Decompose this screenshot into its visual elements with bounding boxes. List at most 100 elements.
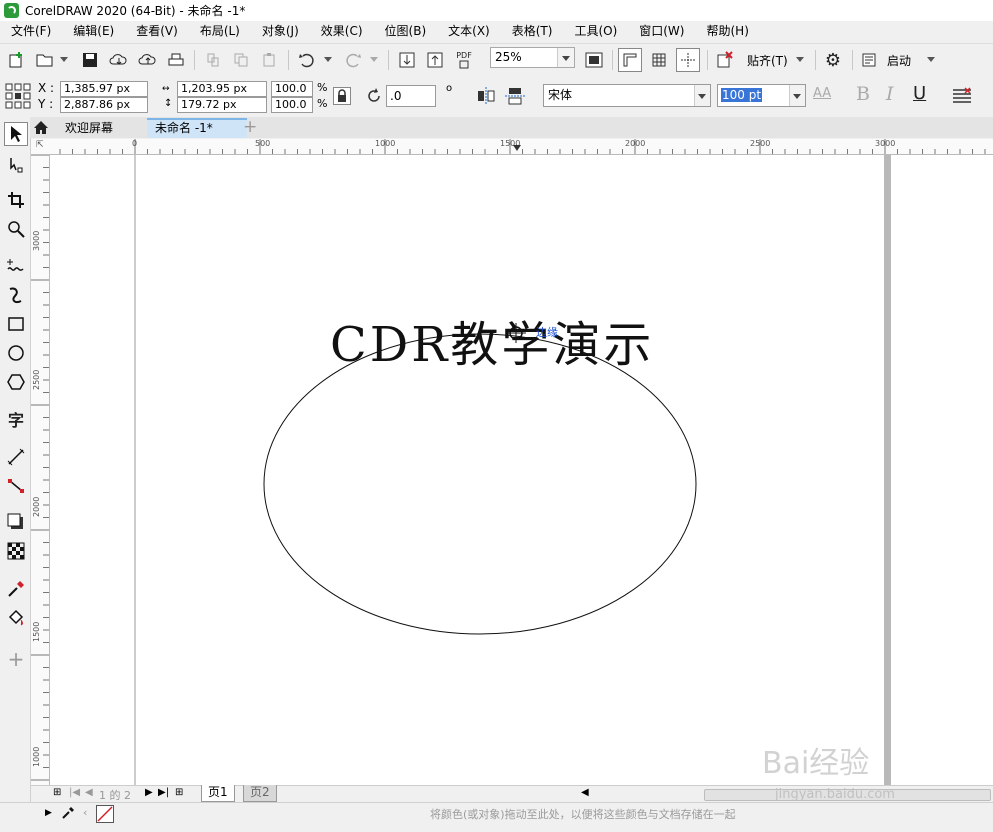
- freehand-tool-icon[interactable]: [4, 254, 28, 278]
- menu-layout[interactable]: 布局(L): [189, 21, 251, 42]
- scale-height-field[interactable]: 100.0: [271, 97, 313, 113]
- transparency-tool-icon[interactable]: [4, 539, 28, 563]
- zoom-level-select[interactable]: 25%: [490, 47, 575, 68]
- zoom-tool-icon[interactable]: [4, 217, 28, 241]
- lock-ratio-icon[interactable]: [333, 87, 351, 105]
- text-properties-icon[interactable]: AA: [813, 86, 831, 101]
- tab-welcome-screen[interactable]: 欢迎屏幕: [57, 118, 122, 138]
- launch-dropdown-icon[interactable]: [927, 57, 935, 62]
- menu-edit[interactable]: 编辑(E): [62, 21, 125, 42]
- crop-tool-icon[interactable]: [4, 188, 28, 212]
- font-family-select[interactable]: 宋体: [543, 84, 711, 107]
- vertical-ruler[interactable]: 3000 2500 2000 1500 1000: [31, 155, 50, 785]
- drawing-canvas[interactable]: CDR教学演示 边缘: [50, 155, 993, 785]
- horizontal-ruler[interactable]: 0 500 1000 1500 2000 2500 3000: [50, 139, 993, 155]
- menu-table[interactable]: 表格(T): [501, 21, 564, 42]
- rotation-angle-field[interactable]: .0: [386, 85, 436, 107]
- pick-tool-icon[interactable]: [4, 122, 28, 146]
- menu-effects[interactable]: 效果(C): [310, 21, 374, 42]
- menu-view[interactable]: 查看(V): [125, 21, 189, 42]
- menu-text[interactable]: 文本(X): [437, 21, 501, 42]
- previous-page-icon[interactable]: ◀: [85, 787, 93, 798]
- ellipse-shape[interactable]: [263, 333, 697, 635]
- redo-icon[interactable]: [342, 49, 364, 71]
- menu-help[interactable]: 帮助(H): [695, 21, 759, 42]
- artistic-text[interactable]: CDR教学演示: [330, 305, 654, 375]
- export-icon[interactable]: [424, 49, 446, 71]
- cloud-import-icon[interactable]: [108, 49, 130, 71]
- menu-window[interactable]: 窗口(W): [628, 21, 695, 42]
- paste-icon[interactable]: [258, 49, 280, 71]
- show-guidelines-icon[interactable]: [676, 48, 700, 72]
- launch-label[interactable]: 启动: [887, 52, 911, 69]
- add-page-before-icon[interactable]: ⊞: [53, 787, 61, 798]
- font-family-dropdown-icon[interactable]: [694, 85, 710, 106]
- add-tool-icon[interactable]: +: [4, 647, 28, 671]
- text-align-icon[interactable]: [952, 87, 972, 108]
- scroll-left-icon[interactable]: ◀: [581, 787, 589, 798]
- undo-icon[interactable]: [296, 49, 318, 71]
- bold-button[interactable]: B: [856, 83, 870, 105]
- publish-pdf-icon[interactable]: PDF: [453, 49, 475, 71]
- redo-dropdown-icon[interactable]: [370, 57, 378, 62]
- ellipse-tool-icon[interactable]: [4, 341, 28, 365]
- font-size-dropdown-icon[interactable]: [789, 85, 805, 106]
- mirror-horizontal-icon[interactable]: [476, 87, 496, 108]
- snap-to-label[interactable]: 贴齐(T): [747, 52, 788, 69]
- object-origin-icon[interactable]: [5, 83, 31, 109]
- connector-tool-icon[interactable]: [4, 474, 28, 498]
- italic-button[interactable]: I: [886, 83, 894, 105]
- snap-dropdown-icon[interactable]: [796, 57, 804, 62]
- tab-document[interactable]: 未命名 -1*: [147, 118, 247, 138]
- menu-tools[interactable]: 工具(O): [563, 21, 628, 42]
- y-position-field[interactable]: 2,887.86 px: [60, 97, 148, 113]
- launch-app-icon[interactable]: [858, 49, 880, 71]
- copy-icon[interactable]: [230, 49, 252, 71]
- new-tab-icon[interactable]: +: [243, 117, 257, 137]
- home-icon[interactable]: [33, 120, 49, 138]
- drop-shadow-icon[interactable]: [4, 510, 28, 534]
- palette-scroll-left-icon[interactable]: ‹: [83, 806, 87, 819]
- ruler-corner[interactable]: ⇱: [31, 139, 51, 155]
- next-page-icon[interactable]: ▶: [145, 787, 153, 798]
- x-position-field[interactable]: 1,385.97 px: [60, 81, 148, 97]
- cut-icon[interactable]: [202, 49, 224, 71]
- underline-button[interactable]: U: [913, 83, 926, 104]
- cloud-export-icon[interactable]: [137, 49, 159, 71]
- color-eyedropper-icon[interactable]: [61, 806, 75, 823]
- open-folder-icon[interactable]: [34, 49, 56, 71]
- shape-tool-icon[interactable]: [4, 153, 28, 177]
- font-size-select[interactable]: 100 pt: [717, 84, 806, 107]
- undo-dropdown-icon[interactable]: [324, 57, 332, 62]
- options-gear-icon[interactable]: ⚙: [822, 49, 844, 71]
- first-page-icon[interactable]: |◀: [69, 787, 80, 798]
- page-tab-1[interactable]: 页1: [201, 785, 235, 802]
- width-field[interactable]: 1,203.95 px: [177, 81, 267, 97]
- open-dropdown-icon[interactable]: [60, 57, 68, 62]
- full-screen-icon[interactable]: [583, 49, 605, 71]
- menu-bitmap[interactable]: 位图(B): [374, 21, 438, 42]
- show-grid-icon[interactable]: [648, 49, 670, 71]
- scale-width-field[interactable]: 100.0: [271, 81, 313, 97]
- palette-expand-icon[interactable]: ▶: [45, 808, 52, 818]
- print-icon[interactable]: [165, 49, 187, 71]
- no-fill-swatch[interactable]: [96, 805, 114, 823]
- rectangle-tool-icon[interactable]: [4, 312, 28, 336]
- parallel-dimension-icon[interactable]: [4, 445, 28, 469]
- save-icon[interactable]: [79, 49, 101, 71]
- import-icon[interactable]: [396, 49, 418, 71]
- polygon-tool-icon[interactable]: [4, 370, 28, 394]
- new-document-icon[interactable]: [6, 49, 28, 71]
- add-page-after-icon[interactable]: ⊞: [175, 787, 183, 798]
- menu-file[interactable]: 文件(F): [0, 21, 62, 42]
- eyedropper-tool-icon[interactable]: [4, 577, 28, 601]
- page-tab-2[interactable]: 页2: [243, 785, 277, 802]
- menu-object[interactable]: 对象(J): [251, 21, 310, 42]
- last-page-icon[interactable]: ▶|: [158, 787, 169, 798]
- snap-off-icon[interactable]: [714, 49, 736, 71]
- interactive-fill-icon[interactable]: [4, 606, 28, 630]
- text-tool-icon[interactable]: 字: [4, 407, 28, 431]
- height-field[interactable]: 179.72 px: [177, 97, 267, 113]
- zoom-dropdown-icon[interactable]: [557, 48, 574, 67]
- artistic-media-icon[interactable]: [4, 283, 28, 307]
